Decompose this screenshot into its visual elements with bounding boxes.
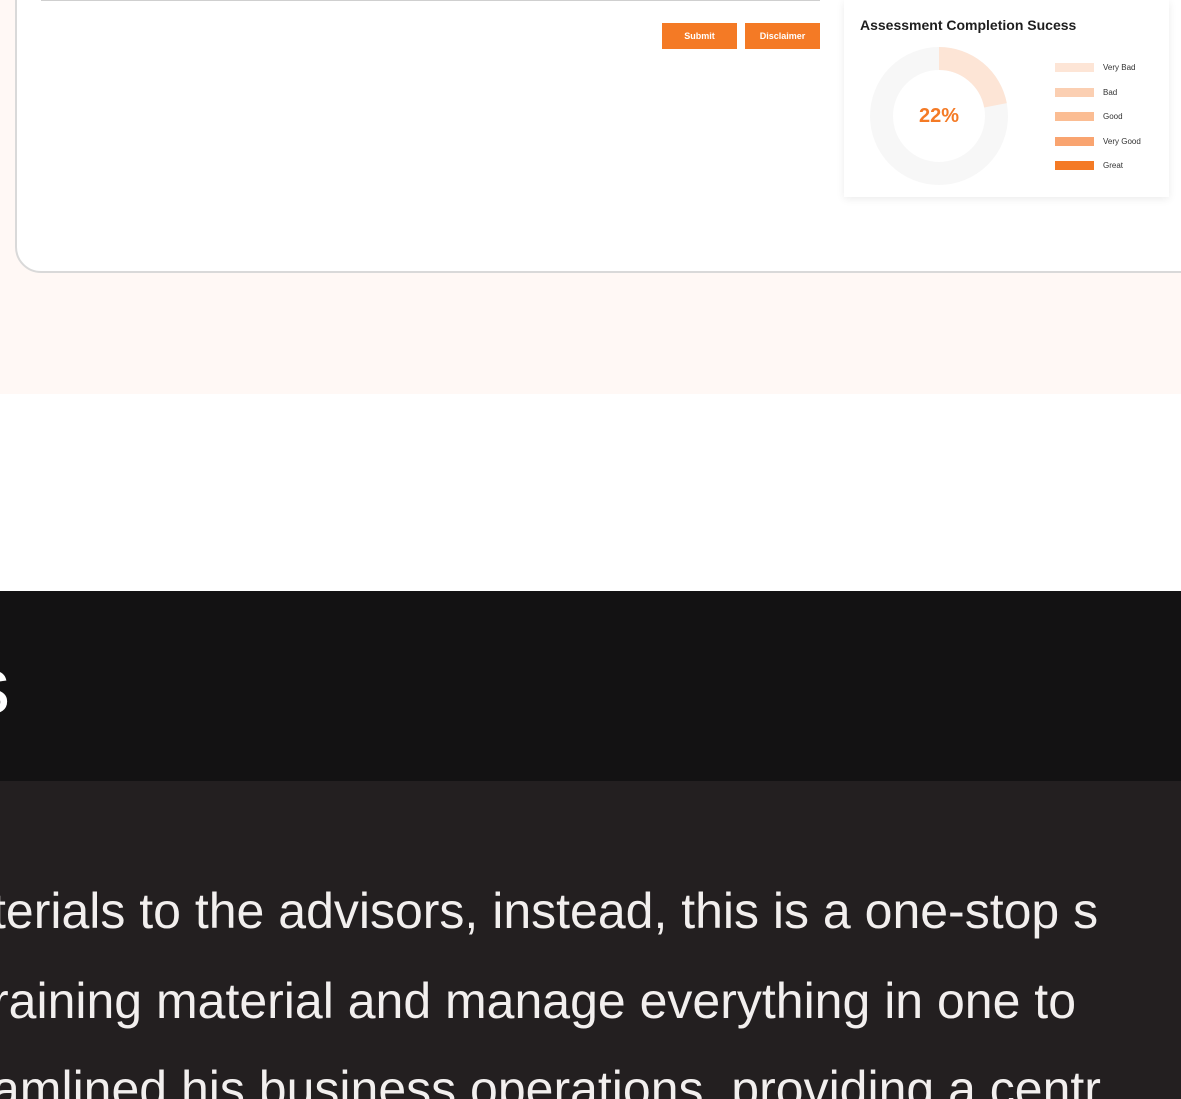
assessment-card: Assessment Completion Sucess 22% Very Ba… bbox=[844, 0, 1169, 197]
legend-label: Very Bad bbox=[1103, 63, 1136, 72]
legend-item: Bad bbox=[1055, 87, 1141, 112]
assessment-title: Assessment Completion Sucess bbox=[860, 17, 1077, 33]
assessment-percent-label: 22% bbox=[918, 104, 960, 127]
legend-label: Good bbox=[1103, 112, 1123, 121]
legend-label: Very Good bbox=[1103, 136, 1141, 146]
legend-swatch bbox=[1055, 161, 1094, 170]
legend-swatch bbox=[1055, 112, 1094, 121]
legend-item: Good bbox=[1055, 111, 1141, 136]
description-line: amlined his business operations, providi… bbox=[0, 1061, 1101, 1099]
section-heading: s bbox=[0, 641, 10, 731]
legend-swatch bbox=[1055, 136, 1094, 146]
legend-swatch bbox=[1055, 87, 1094, 97]
form-divider bbox=[41, 0, 820, 1]
legend-swatch bbox=[1055, 63, 1094, 72]
submit-button[interactable]: Submit bbox=[662, 23, 737, 49]
top-section: Submit Disclaimer Assessment Completion … bbox=[0, 0, 1181, 394]
legend-item: Very Bad bbox=[1055, 62, 1141, 87]
legend-item: Very Good bbox=[1055, 136, 1141, 161]
description-line: raining material and manage everything i… bbox=[0, 973, 1077, 1029]
description-section: terials to the advisors, instead, this i… bbox=[0, 781, 1181, 1099]
description-line: terials to the advisors, instead, this i… bbox=[0, 883, 1099, 939]
legend-label: Great bbox=[1103, 161, 1124, 170]
legend-label: Bad bbox=[1103, 87, 1118, 97]
assessment-legend: Very Bad Bad Good Very Good Great bbox=[1055, 62, 1141, 185]
legend-item: Great bbox=[1055, 160, 1141, 185]
section-heading-band: s bbox=[0, 591, 1181, 781]
disclaimer-button[interactable]: Disclaimer bbox=[745, 23, 820, 49]
